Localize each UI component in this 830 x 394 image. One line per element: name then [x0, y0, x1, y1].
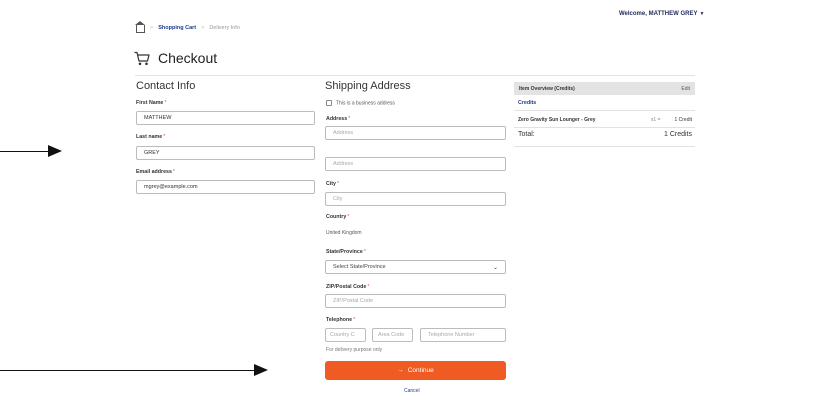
telephone-number-input[interactable]: Telephone Number [420, 328, 506, 342]
telephone-label: Telephone* [326, 317, 356, 323]
divider [514, 146, 695, 147]
breadcrumb-delivery-info: Delivery Info [209, 25, 240, 31]
total-label: Total: [518, 131, 535, 138]
country-value: United Kingdom [326, 230, 362, 236]
zip-input[interactable]: ZIP/Postal Code [325, 294, 506, 308]
last-name-field[interactable]: GREY [136, 146, 315, 160]
business-address-option[interactable]: This is a business address [326, 100, 395, 106]
divider [514, 110, 695, 111]
state-label: State/Province* [326, 249, 366, 255]
country-label: Country* [326, 214, 350, 220]
item-name: Zero Gravity Sun Lounger - Grey [518, 117, 596, 123]
divider [514, 127, 695, 128]
item-credits: 1 Credit [674, 117, 692, 123]
telephone-note: For delivery purpose only [326, 347, 383, 353]
total-row: Total: 1 Credits [518, 131, 692, 138]
state-select[interactable]: Select State/Province ⌄ [325, 260, 506, 274]
breadcrumb: > Shopping Cart > Delivery Info [135, 21, 240, 33]
item-overview-title: Item Overview (Credits) [519, 85, 575, 92]
caret-down-icon: ▼ [699, 11, 705, 17]
home-icon[interactable] [135, 21, 145, 33]
breadcrumb-separator: > [201, 25, 205, 31]
list-item: Zero Gravity Sun Lounger - Grey x1 = 1 C… [518, 117, 692, 123]
page-title: Checkout [134, 50, 217, 66]
item-overview-header: Item Overview (Credits) Edit [514, 82, 695, 95]
zip-label: ZIP/Postal Code* [326, 284, 370, 290]
breadcrumb-shopping-cart[interactable]: Shopping Cart [158, 25, 196, 31]
continue-label: Continue [407, 367, 434, 374]
country-code-input[interactable]: Country C [325, 328, 366, 342]
continue-button[interactable]: → Continue [325, 361, 506, 380]
business-address-label: This is a business address [336, 100, 395, 107]
arrow-right-icon: → [397, 367, 404, 374]
state-selected-value: Select State/Province [333, 264, 386, 270]
last-name-label: Last name* [136, 134, 166, 140]
annotation-arrow-contact-icon [48, 145, 62, 157]
first-name-field[interactable]: MATTHEW [136, 111, 315, 125]
header-divider [135, 75, 695, 76]
contact-info-heading: Contact Info [136, 80, 196, 92]
city-label: City* [326, 181, 340, 187]
business-address-checkbox[interactable] [326, 100, 332, 106]
cancel-link[interactable]: Cancel [404, 388, 420, 394]
credits-heading: Credits [518, 100, 537, 106]
first-name-label: First Name* [136, 100, 167, 106]
user-menu[interactable]: Welcome, MATTHEW GREY ▼ [619, 11, 704, 17]
city-input[interactable]: City [325, 192, 506, 206]
email-field[interactable]: mgrey@example.com [136, 180, 315, 194]
page-title-text: Checkout [158, 50, 218, 66]
area-code-input[interactable]: Area Code [372, 328, 413, 342]
chevron-down-icon: ⌄ [492, 264, 498, 271]
item-quantity: x1 = [650, 117, 661, 123]
breadcrumb-separator: > [150, 25, 154, 31]
address-line1-input[interactable]: Address [325, 126, 506, 140]
annotation-arrow-continue-line [0, 370, 256, 371]
cart-icon [134, 51, 150, 66]
address-label: Address* [326, 116, 351, 122]
address-line2-input[interactable]: Address [325, 157, 506, 171]
email-label: Email address* [136, 169, 175, 175]
total-value: 1 Credits [663, 131, 692, 138]
annotation-arrow-contact-line [0, 151, 50, 152]
welcome-text: Welcome, MATTHEW GREY [619, 11, 698, 17]
annotation-arrow-continue-icon [254, 364, 268, 376]
edit-link[interactable]: Edit [681, 86, 690, 92]
shipping-address-heading: Shipping Address [325, 80, 411, 92]
